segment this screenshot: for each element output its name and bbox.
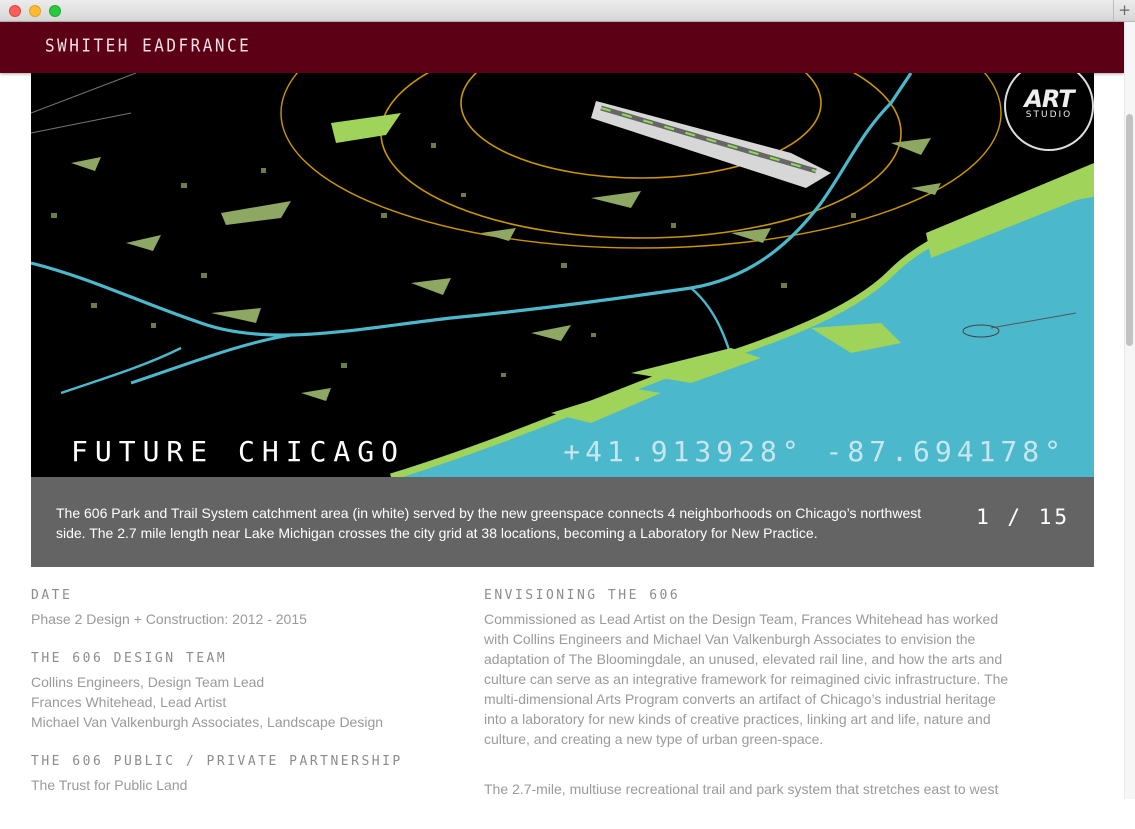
- scrollbar-thumb[interactable]: [1126, 114, 1133, 346]
- site-header: SWHITEH EADFRANCE: [0, 22, 1124, 73]
- team-heading: THE 606 DESIGN TEAM: [31, 651, 228, 666]
- window-zoom-button[interactable]: [49, 5, 61, 17]
- date-section: DATE Phase 2 Design + Construction: 2012…: [31, 588, 451, 629]
- partner: The Trust for Public Land: [31, 777, 188, 793]
- slide-caption: The 606 Park and Trail System catchment …: [56, 505, 922, 541]
- team-section: THE 606 DESIGN TEAM Collins Engineers, D…: [31, 651, 451, 732]
- article-paragraph: Commissioned as Lead Artist on the Desig…: [484, 611, 1009, 747]
- slide-counter: 1 / 15: [976, 505, 1070, 529]
- article-heading: ENVISIONING THE 606: [484, 588, 681, 603]
- window-close-button[interactable]: [9, 5, 21, 17]
- team-member: Michael Van Valkenburgh Associates, Land…: [31, 714, 384, 730]
- article: ENVISIONING THE 606 Commissioned as Lead…: [484, 588, 1009, 829]
- slide-coordinates: +41.913928° -87.694178°: [563, 435, 1066, 468]
- browser-titlebar: +: [0, 0, 1135, 22]
- project-info: DATE Phase 2 Design + Construction: 2012…: [31, 588, 451, 817]
- page-scrollbar[interactable]: [1124, 22, 1135, 799]
- window-minimize-button[interactable]: [29, 5, 41, 17]
- date-value: Phase 2 Design + Construction: 2012 - 20…: [31, 611, 307, 627]
- team-member: Collins Engineers, Design Team Lead: [31, 674, 265, 690]
- slide-caption-bar: The 606 Park and Trail System catchment …: [31, 477, 1094, 567]
- team-member: Frances Whitehead, Lead Artist: [31, 694, 227, 710]
- article-paragraph: The 2.7-mile, multiuse recreational trai…: [484, 781, 999, 797]
- chicago-map-artwork: [31, 73, 1094, 477]
- logo-main-text: ART: [1024, 85, 1074, 113]
- date-heading: DATE: [31, 588, 73, 603]
- partnership-section: THE 606 PUBLIC / PRIVATE PARTNERSHIP The…: [31, 754, 451, 795]
- new-tab-button[interactable]: +: [1113, 0, 1135, 22]
- slide-title: FUTURE CHICAGO: [71, 435, 406, 468]
- logo-sub-text: STUDIO: [1025, 110, 1073, 120]
- slideshow-image[interactable]: FUTURE CHICAGO +41.913928° -87.694178° A…: [31, 73, 1094, 477]
- partnership-heading: THE 606 PUBLIC / PRIVATE PARTNERSHIP: [31, 754, 403, 769]
- site-logo-link[interactable]: SWHITEH EADFRANCE: [45, 35, 251, 56]
